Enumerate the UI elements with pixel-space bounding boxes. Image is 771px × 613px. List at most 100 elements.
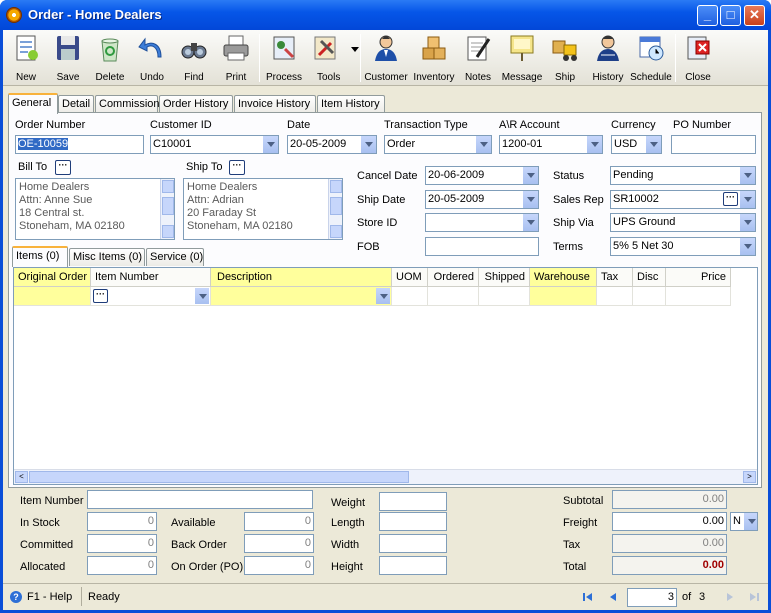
grid-cell-ordered[interactable] [428,287,479,306]
tab-invoice-history[interactable]: Invoice History [234,95,316,113]
chevron-down-icon[interactable] [586,136,602,153]
grid-cell-uom[interactable] [392,287,428,306]
print-button[interactable]: Print [217,33,255,85]
po-number-field[interactable] [671,135,756,154]
grid-cell-item-number[interactable]: ··· [91,287,211,306]
last-record-icon[interactable] [747,590,761,604]
message-button[interactable]: Message [499,33,545,85]
tab-item-history[interactable]: Item History [317,95,385,113]
ship-date-field[interactable]: 20-05-2009 [425,190,539,209]
tools-button[interactable]: Tools [307,33,359,85]
chevron-down-icon[interactable] [645,136,661,153]
chevron-down-icon[interactable] [739,191,755,208]
customer-button[interactable]: Customer [363,33,409,85]
bill-to-scrollbar[interactable] [160,179,174,239]
schedule-button[interactable]: Schedule [630,33,672,85]
grid-cell-tax[interactable] [597,287,633,306]
chevron-down-icon[interactable] [739,238,755,255]
chevron-down-icon[interactable] [743,513,757,530]
terms-combo[interactable]: 5% 5 Net 30 [610,237,756,256]
order-number-field[interactable]: OE-10059 [15,135,144,154]
status-combo[interactable]: Pending [610,166,756,185]
chevron-down-icon[interactable] [262,136,278,153]
tab-order-history[interactable]: Order History [159,95,233,113]
delete-button[interactable]: Delete [91,33,129,85]
column-header-warehouse[interactable]: Warehouse [530,268,597,287]
scroll-thumb[interactable] [330,197,342,215]
column-header-disc[interactable]: Disc [633,268,666,287]
find-button[interactable]: Find [175,33,213,85]
tab-misc-items[interactable]: Misc Items (0) [69,248,145,266]
customer-id-combo[interactable]: C10001 [150,135,279,154]
ship-to-lookup-button[interactable]: ··· [229,160,245,175]
grid-cell-warehouse[interactable] [530,287,597,306]
chevron-down-icon[interactable] [739,214,755,231]
sales-rep-lookup-button[interactable]: ··· [723,192,738,206]
fob-field[interactable] [425,237,539,256]
item-lookup-button[interactable]: ··· [93,289,108,303]
inventory-button[interactable]: Inventory [411,33,457,85]
grid-cell-original-order[interactable] [14,287,91,306]
chevron-down-icon[interactable] [522,214,538,231]
first-record-icon[interactable] [581,590,595,604]
notes-button[interactable]: Notes [459,33,497,85]
history-button[interactable]: History [587,33,629,85]
close-button[interactable]: Close [679,33,717,85]
bill-to-address[interactable]: Home Dealers Attn: Anne Sue 18 Central s… [15,178,175,240]
height-field[interactable] [379,556,447,575]
grid-cell-disc[interactable] [633,287,666,306]
save-button[interactable]: Save [49,33,87,85]
grid-cell-price[interactable] [666,287,731,306]
chevron-down-icon[interactable] [376,288,390,304]
ar-account-combo[interactable]: 1200-01 [499,135,603,154]
grid-horizontal-scrollbar[interactable]: < > [14,469,757,484]
tools-dropdown-arrow-icon[interactable] [351,47,359,52]
scroll-up-icon[interactable] [162,180,174,193]
freight-field[interactable]: 0.00 [612,512,727,531]
item-number-field[interactable] [87,490,313,509]
close-window-button[interactable]: ✕ [744,5,765,26]
weight-field[interactable] [379,492,447,511]
scroll-down-icon[interactable] [330,225,342,238]
previous-record-icon[interactable] [606,590,620,604]
tab-detail[interactable]: Detail [58,95,94,113]
new-button[interactable]: New [7,33,45,85]
ship-to-scrollbar[interactable] [328,179,342,239]
scroll-up-icon[interactable] [330,180,342,193]
grid-cell-shipped[interactable] [479,287,530,306]
chevron-down-icon[interactable] [475,136,491,153]
chevron-down-icon[interactable] [360,136,376,153]
column-header-tax[interactable]: Tax [597,268,633,287]
length-field[interactable] [379,512,447,531]
column-header-ordered[interactable]: Ordered [428,268,479,287]
tab-commission[interactable]: Commission [95,95,160,113]
next-record-icon[interactable] [723,590,737,604]
transaction-type-combo[interactable]: Order [384,135,492,154]
minimize-button[interactable]: _ [697,5,718,26]
scroll-right-icon[interactable]: > [743,471,756,483]
sales-rep-combo[interactable]: SR10002 ··· [610,190,756,209]
ship-to-address[interactable]: Home Dealers Attn: Adrian 20 Faraday St … [183,178,343,240]
undo-button[interactable]: Undo [133,33,171,85]
record-number-field[interactable]: 3 [627,588,677,607]
grid-cell-description[interactable] [211,287,392,306]
chevron-down-icon[interactable] [739,167,755,184]
scroll-thumb[interactable] [162,197,174,215]
column-header-uom[interactable]: UOM [392,268,428,287]
tab-general[interactable]: General [8,93,58,114]
column-header-description[interactable]: Description [211,268,392,287]
tab-items[interactable]: Items (0) [12,246,68,267]
scroll-down-icon[interactable] [162,225,174,238]
column-header-original-order[interactable]: Original Order [14,268,91,287]
width-field[interactable] [379,534,447,553]
tab-service[interactable]: Service (0) [146,248,204,266]
freight-taxable-combo[interactable]: N [730,512,758,531]
store-id-combo[interactable] [425,213,539,232]
chevron-down-icon[interactable] [195,288,209,304]
scroll-thumb[interactable] [29,471,409,483]
chevron-down-icon[interactable] [522,191,538,208]
column-header-price[interactable]: Price [666,268,731,287]
column-header-shipped[interactable]: Shipped [479,268,530,287]
scroll-left-icon[interactable]: < [15,471,28,483]
currency-combo[interactable]: USD [611,135,662,154]
